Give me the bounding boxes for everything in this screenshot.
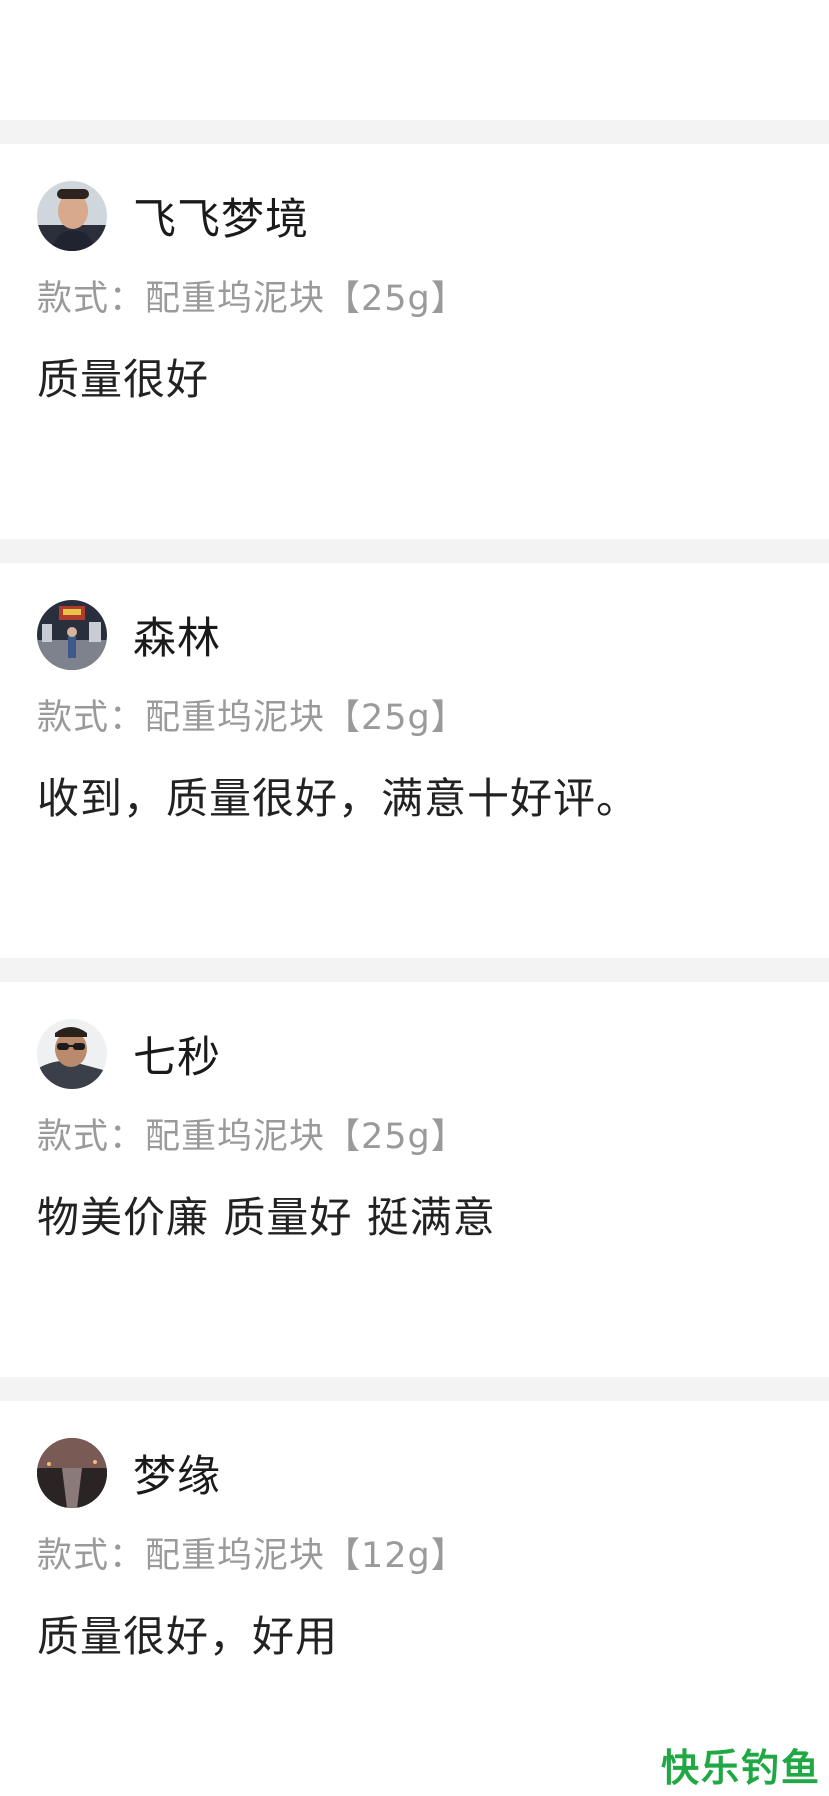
user-avatar[interactable] (37, 600, 107, 670)
section-divider (0, 539, 829, 563)
username: 梦缘 (133, 1452, 221, 1502)
portrait-avatar-icon (37, 181, 107, 251)
river-dusk-avatar-icon (37, 1438, 107, 1508)
username: 森林 (133, 614, 221, 664)
review-header: 梦缘 (37, 1437, 221, 1509)
username: 七秒 (133, 1033, 221, 1083)
top-blank-area (0, 0, 829, 120)
review-item[interactable]: 飞飞梦境 款式：配重坞泥块【25g】 质量很好 (0, 144, 829, 539)
street-night-avatar-icon (37, 600, 107, 670)
review-list: 飞飞梦境 款式：配重坞泥块【25g】 质量很好 森林 款式：配重坞泥块【25g】… (0, 120, 829, 1796)
section-divider (0, 958, 829, 982)
section-divider (0, 120, 829, 144)
review-comment: 物美价廉 质量好 挺满意 (37, 1193, 496, 1242)
review-item[interactable]: 七秒 款式：配重坞泥块【25g】 物美价廉 质量好 挺满意 (0, 982, 829, 1377)
username: 飞飞梦境 (133, 195, 309, 245)
review-comment: 收到，质量很好，满意十好评。 (37, 774, 640, 823)
product-style-label: 款式：配重坞泥块【25g】 (37, 279, 467, 319)
product-style-label: 款式：配重坞泥块【25g】 (37, 1117, 467, 1157)
product-style-label: 款式：配重坞泥块【12g】 (37, 1536, 467, 1576)
review-comment: 质量很好，好用 (37, 1612, 339, 1661)
section-divider (0, 1377, 829, 1401)
user-avatar[interactable] (37, 1019, 107, 1089)
watermark: 快乐钓鱼 (660, 1746, 821, 1790)
review-header: 森林 (37, 599, 221, 671)
review-item[interactable]: 森林 款式：配重坞泥块【25g】 收到，质量很好，满意十好评。 (0, 563, 829, 958)
user-avatar[interactable] (37, 1438, 107, 1508)
review-comment: 质量很好 (37, 355, 210, 404)
review-header: 七秒 (37, 1018, 221, 1090)
sunglasses-avatar-icon (37, 1019, 107, 1089)
product-style-label: 款式：配重坞泥块【25g】 (37, 698, 467, 738)
review-header: 飞飞梦境 (37, 180, 309, 252)
user-avatar[interactable] (37, 181, 107, 251)
